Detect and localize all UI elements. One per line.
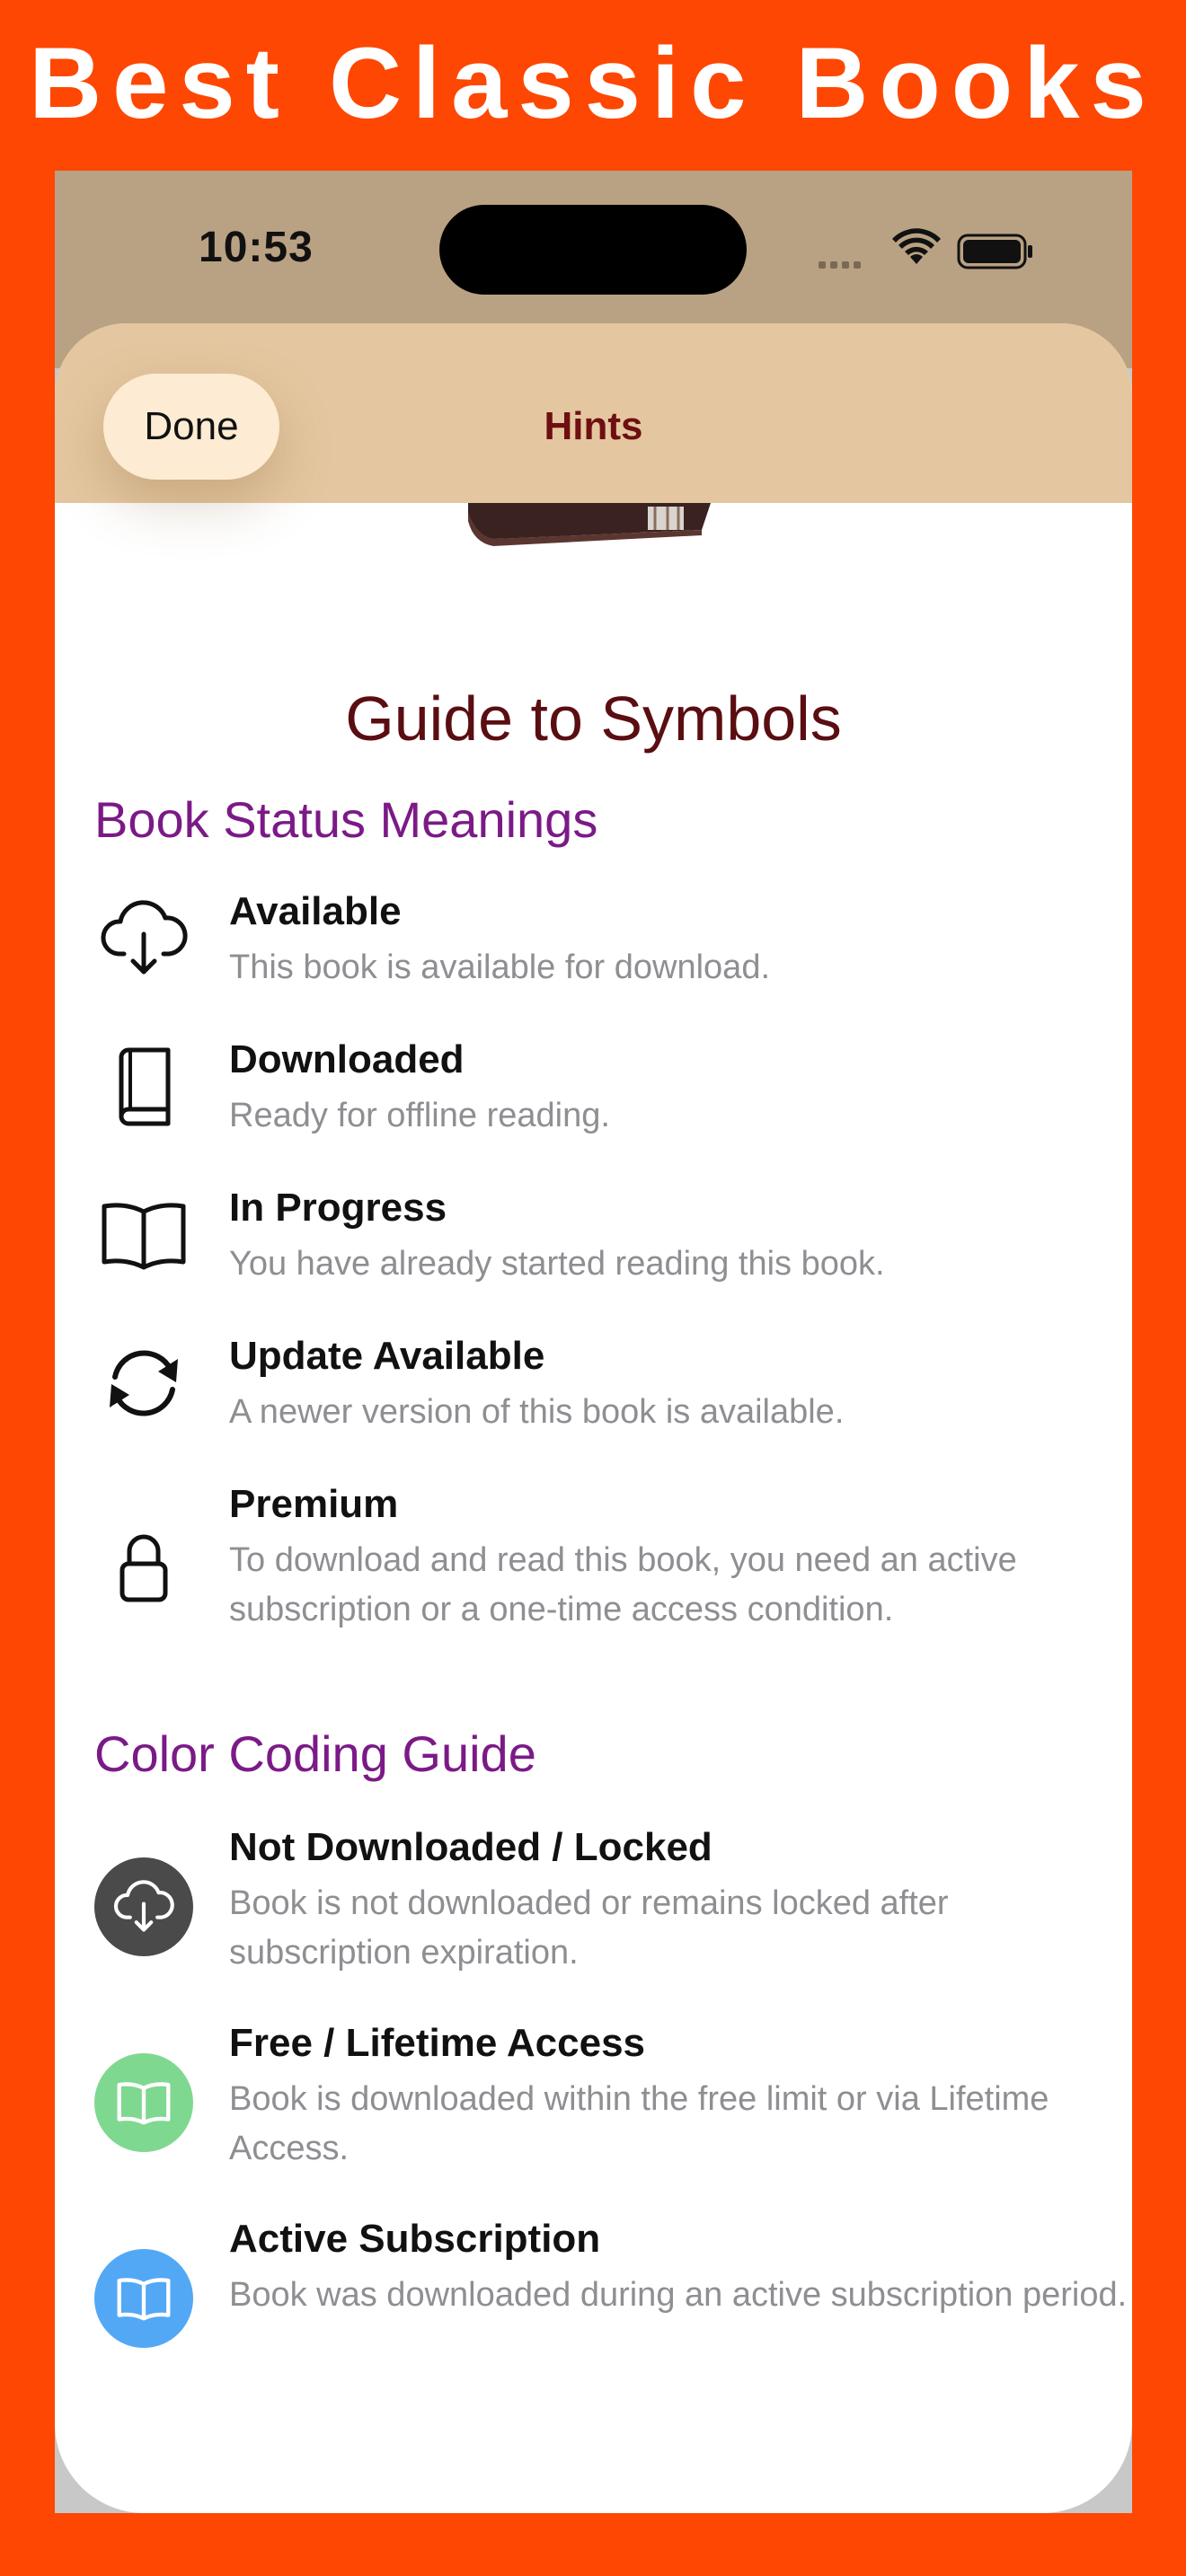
status-label: In Progress — [229, 1186, 447, 1230]
color-label: Free / Lifetime Access — [229, 2021, 646, 2065]
lock-icon — [94, 1518, 193, 1617]
hints-sheet: Hints Done Guide to Symbols Book Status … — [55, 323, 1132, 2513]
status-description: This book is available for download. — [229, 948, 771, 986]
color-label: Active Subscription — [229, 2217, 601, 2261]
color-coding-heading: Color Coding Guide — [94, 1725, 536, 1782]
status-label: Premium — [229, 1482, 399, 1526]
color-description: Book is not downloaded or remains locked… — [229, 1884, 949, 1972]
status-description: A newer version of this book is availabl… — [229, 1393, 845, 1431]
done-button[interactable]: Done — [103, 374, 279, 480]
cloud-download-icon — [94, 889, 193, 988]
color-label: Not Downloaded / Locked — [229, 1825, 712, 1869]
status-label: Update Available — [229, 1334, 545, 1378]
book-open-icon — [94, 2249, 193, 2348]
status-time: 10:53 — [199, 224, 314, 271]
status-label: Downloaded — [229, 1037, 465, 1081]
book-illustration — [468, 503, 711, 546]
status-description: You have already started reading this bo… — [229, 1245, 885, 1283]
signal-icon — [819, 257, 865, 273]
status-description: To download and read this book, you need… — [229, 1541, 1017, 1628]
status-description: Ready for offline reading. — [229, 1097, 610, 1134]
wifi-icon — [892, 228, 941, 264]
battery-icon — [957, 234, 1032, 269]
promo-title: Best Classic Books — [29, 27, 1157, 139]
cloud-download-icon — [94, 1857, 193, 1956]
phone-screen: 10:53 Hints Done Guide to Symbols Book S… — [55, 171, 1132, 2513]
guide-title: Guide to Symbols — [345, 684, 842, 754]
dynamic-island — [439, 205, 747, 295]
refresh-icon — [94, 1334, 193, 1433]
status-label: Available — [229, 889, 402, 933]
color-description: Book was downloaded during an active sub… — [229, 2276, 1128, 2314]
color-description: Book is downloaded within the free limit… — [229, 2080, 1049, 2167]
book-open-icon — [94, 2053, 193, 2152]
book-closed-icon — [94, 1037, 193, 1136]
book-open-icon — [94, 1186, 193, 1284]
book-status-heading: Book Status Meanings — [94, 791, 598, 848]
sheet-header: Hints Done — [55, 323, 1132, 503]
